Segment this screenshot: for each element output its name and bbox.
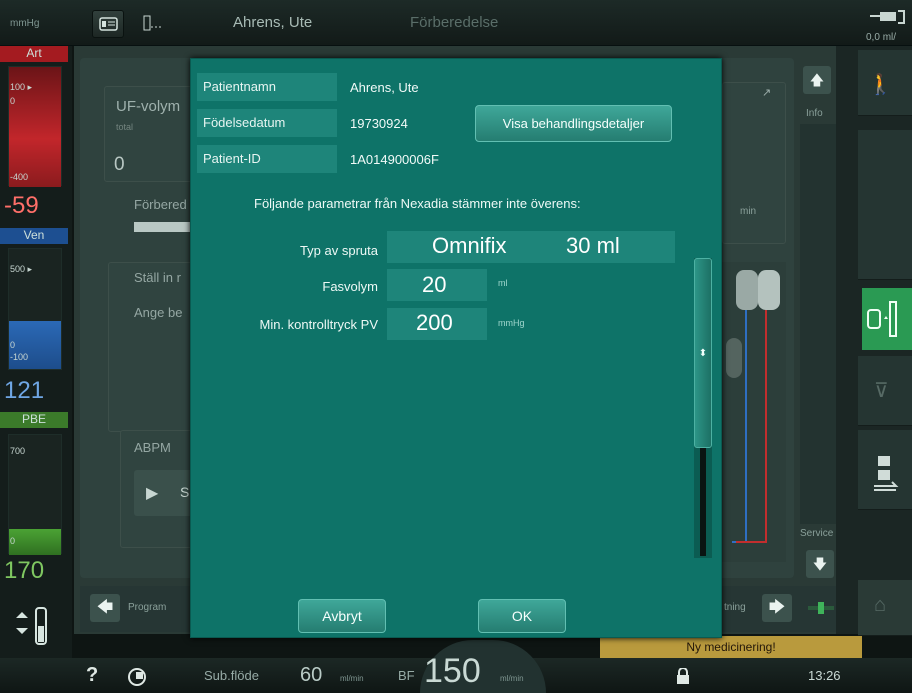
pbe-scale-zero: 0 bbox=[10, 536, 16, 546]
art-scale-bottom: -400 bbox=[10, 172, 29, 182]
arrow-left-icon: 🡄 bbox=[96, 599, 114, 616]
tubing-icon bbox=[874, 456, 899, 491]
home-tab[interactable]: ⌂ bbox=[858, 580, 912, 636]
filter-icon: ⊽ bbox=[874, 380, 889, 402]
sub-flow-value[interactable]: 60 bbox=[300, 664, 322, 687]
patient-name-value: Ahrens, Ute bbox=[350, 80, 419, 95]
bf-unit: ml/min bbox=[500, 674, 524, 683]
lock-icon[interactable] bbox=[676, 667, 690, 684]
pressure-unit: mmHg bbox=[10, 18, 40, 29]
art-label: Art bbox=[0, 46, 68, 62]
battery-icon bbox=[868, 8, 908, 26]
abpm-label: ABPM bbox=[134, 440, 171, 455]
ven-label: Ven bbox=[0, 228, 68, 244]
min-pv-value: 200 bbox=[416, 310, 453, 335]
updown-icon: ⬍ bbox=[698, 347, 708, 359]
syringe-volume-value: 30 ml bbox=[566, 233, 620, 258]
home-icon: ⌂ bbox=[874, 594, 887, 616]
min-pv-unit: mmHg bbox=[498, 318, 525, 328]
ok-button[interactable]: OK bbox=[478, 599, 566, 633]
bf-label: BF bbox=[398, 668, 415, 683]
pbe-label: PBE bbox=[0, 412, 68, 428]
help-button[interactable]: ? bbox=[86, 664, 98, 687]
timer-icon[interactable] bbox=[128, 668, 146, 686]
mismatch-warning: Följande parametrar från Nexadia stämmer… bbox=[254, 196, 581, 211]
show-treatment-details-button[interactable]: Visa behandlingsdetaljer bbox=[475, 105, 672, 142]
phase-label: Förberedelse bbox=[410, 14, 499, 31]
min-label: min bbox=[740, 206, 757, 217]
prep-progress bbox=[134, 222, 190, 232]
next-button[interactable]: 🡆 bbox=[762, 594, 792, 622]
birthdate-label: Födelsedatum bbox=[197, 109, 337, 137]
uf-volume-label: UF-volym bbox=[116, 98, 181, 115]
info-label: Info bbox=[806, 108, 823, 119]
new-medication-notice[interactable]: Ny medicinering! bbox=[600, 636, 862, 658]
service-scroll-down-button[interactable]: 🡇 bbox=[806, 550, 834, 578]
uf-volume-sub: total bbox=[116, 122, 134, 132]
setup-label: Ställ in r bbox=[134, 270, 181, 285]
ven-scale-bottom: -100 bbox=[10, 352, 29, 362]
rinse-label: tning bbox=[724, 602, 746, 613]
ven-scale-zero: 0 bbox=[10, 340, 16, 350]
service-label: Service bbox=[800, 528, 834, 539]
pbe-scale-top: 700 bbox=[10, 446, 26, 456]
ven-pressure-value: 121 bbox=[4, 377, 45, 404]
person-icon: 🚶 bbox=[868, 74, 893, 96]
uf-volume-value: 0 bbox=[114, 154, 125, 175]
bolus-volume-unit: ml bbox=[498, 278, 508, 288]
art-scale-top: 100 ▸ bbox=[10, 82, 33, 92]
sub-flow-unit: ml/min bbox=[340, 674, 364, 683]
card-icon bbox=[99, 17, 118, 31]
uf-rate-readout: 0,0 ml/ bbox=[866, 32, 897, 43]
cancel-button[interactable]: Avbryt bbox=[298, 599, 386, 633]
program-label: Program bbox=[128, 602, 167, 613]
syringe-type-label: Typ av spruta bbox=[299, 243, 378, 258]
birthdate-value: 19730924 bbox=[350, 116, 408, 131]
bolus-volume-value: 20 bbox=[422, 272, 447, 297]
syringe-tab[interactable] bbox=[862, 288, 912, 350]
syringe-type-field bbox=[387, 231, 675, 263]
patient-id-label: Patient-ID bbox=[197, 145, 337, 173]
abpm-start-button[interactable]: ▶ S bbox=[134, 470, 194, 516]
bf-value[interactable]: 150 bbox=[424, 652, 481, 691]
syringe-icon bbox=[867, 301, 897, 337]
network-icon bbox=[143, 15, 163, 31]
pbe-pressure-value: 170 bbox=[4, 557, 45, 584]
info-scroll-up-button[interactable]: 🡅 bbox=[803, 66, 831, 94]
min-pv-label: Min. kontrolltryck PV bbox=[259, 317, 378, 332]
art-pressure-value: -59 bbox=[4, 192, 39, 219]
clock-time: 13:26 bbox=[808, 668, 841, 683]
bolus-volume-label: Fasvolym bbox=[322, 279, 378, 294]
tubing-diagram bbox=[722, 262, 786, 562]
network-button[interactable] bbox=[138, 10, 170, 38]
syringe-type-value: Omnifix bbox=[432, 233, 507, 258]
art-scale-zero: 0 bbox=[10, 96, 16, 106]
sub-flow-label: Sub.flöde bbox=[204, 668, 259, 683]
progress-dots-icon bbox=[806, 600, 836, 616]
ven-scale-top: 500 ▸ bbox=[10, 264, 33, 274]
prep-label: Förbered bbox=[134, 197, 187, 212]
filter-tab[interactable]: ⊽ bbox=[858, 356, 912, 426]
expand-icon[interactable]: ↗ bbox=[762, 86, 771, 99]
enter-label: Ange be bbox=[134, 305, 183, 320]
arrow-right-icon: 🡆 bbox=[768, 599, 786, 616]
syringe-level-icon[interactable] bbox=[10, 600, 56, 650]
play-icon: ▶ bbox=[146, 485, 159, 502]
patient-card-button[interactable] bbox=[92, 10, 124, 38]
program-back-button[interactable]: 🡄 bbox=[90, 594, 120, 622]
patient-name-label: Patientnamn bbox=[197, 73, 337, 101]
dialog-scroll-thumb[interactable]: ⬍ bbox=[694, 258, 712, 448]
tubing-tab[interactable] bbox=[858, 430, 912, 510]
patient-mode-button[interactable]: 🚶 bbox=[858, 50, 912, 116]
patient-name-header: Ahrens, Ute bbox=[233, 14, 313, 31]
patient-id-value: 1A014900006F bbox=[350, 152, 439, 167]
